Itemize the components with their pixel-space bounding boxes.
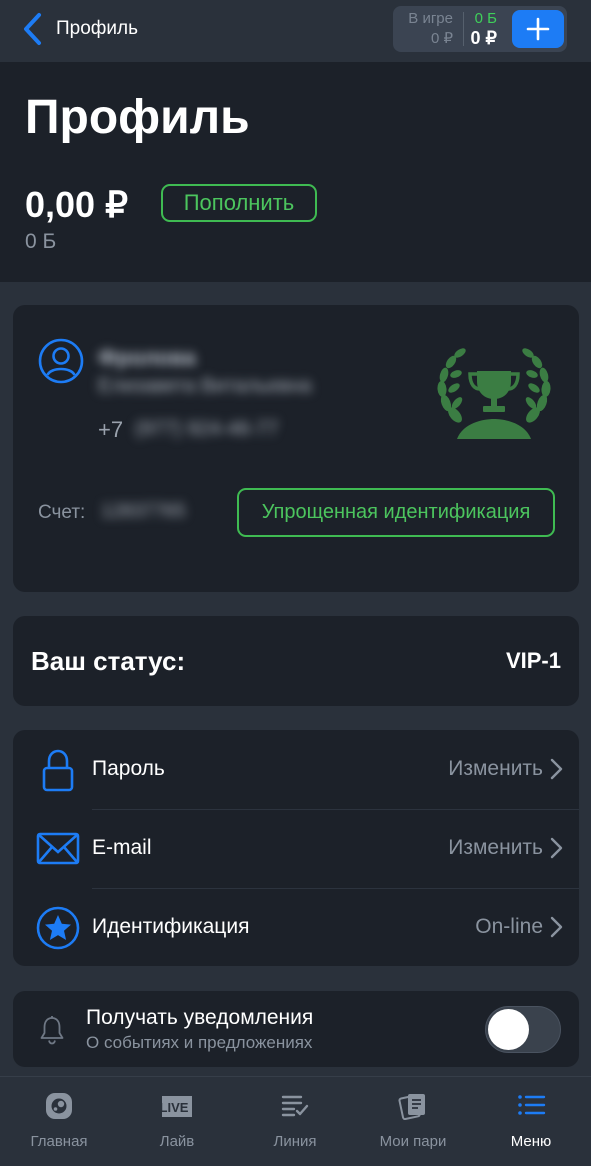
tab-my-bets-label: Мои пари (379, 1133, 447, 1150)
top-bar: Профиль В игре 0 ₽ 0 Б 0 ₽ (0, 0, 591, 62)
tab-home[interactable]: Главная (0, 1077, 118, 1166)
status-label: Ваш статус: (31, 646, 186, 676)
user-avatar-icon (38, 338, 84, 384)
page-title: Профиль (25, 91, 250, 144)
email-row[interactable]: E-mail Изменить (13, 809, 579, 888)
user-surname: Фролова (98, 345, 196, 370)
tab-my-bets[interactable]: Мои пари (354, 1077, 472, 1166)
notifications-title: Получать уведомления (86, 1006, 314, 1029)
coupons-icon (398, 1094, 425, 1121)
identification-label: Идентификация (92, 915, 250, 938)
line-list-icon (281, 1095, 309, 1117)
svg-text:LIVE: LIVE (162, 1100, 189, 1115)
toggle-knob (488, 1009, 529, 1050)
divider (463, 12, 464, 46)
chevron-right-icon (550, 758, 563, 780)
user-fullname: Елизавета Витальевна (98, 375, 312, 397)
home-ball-icon (46, 1093, 72, 1119)
topup-button[interactable]: Пополнить (161, 184, 317, 222)
status-value: VIP-1 (505, 648, 561, 673)
tab-home-label: Главная (30, 1133, 88, 1150)
email-label: E-mail (92, 836, 152, 859)
phone-number: (977) 924-46-77 (135, 418, 279, 440)
identification-row[interactable]: Идентификация On-line (13, 888, 579, 967)
profile-header: Профиль 0,00 ₽ Пополнить 0 Б (0, 62, 591, 282)
password-row[interactable]: Пароль Изменить (13, 730, 579, 809)
identification-value: On-line (475, 915, 543, 938)
notifications-card: Получать уведомления О событиях и предло… (13, 991, 579, 1067)
bell-icon (40, 1016, 64, 1045)
status-card[interactable]: Ваш статус: VIP-1 (13, 616, 579, 706)
lock-icon (42, 749, 74, 792)
email-value: Изменить (448, 836, 543, 859)
menu-list-icon (518, 1095, 546, 1115)
tab-live-label: Лайв (159, 1133, 195, 1150)
in-game-value: 0 ₽ (430, 30, 453, 47)
plus-icon (526, 17, 550, 41)
trophy-laurel-icon (437, 348, 551, 439)
user-card: Фролова Елизавета Витальевна +7 (977) 92… (13, 305, 579, 592)
notifications-subtitle: О событиях и предложениях (86, 1033, 313, 1052)
back-label: Профиль (56, 18, 139, 39)
chevron-right-icon (550, 916, 563, 938)
notifications-toggle[interactable] (485, 1006, 561, 1053)
chevron-left-icon (24, 13, 41, 45)
account-label: Счет: (38, 502, 86, 523)
balance-amount: 0,00 ₽ (25, 184, 128, 225)
star-badge-icon (36, 906, 80, 950)
balance-widget[interactable]: В игре 0 ₽ 0 Б 0 ₽ (393, 6, 567, 52)
add-funds-button[interactable] (512, 10, 564, 48)
settings-card: Пароль Изменить E-mail Изменить Идентифи… (13, 730, 579, 966)
simplified-identification-button[interactable]: Упрощенная идентификация (237, 488, 555, 537)
balance-value: 0 ₽ (470, 28, 497, 48)
back-button[interactable]: Профиль (22, 12, 138, 46)
tab-line-label: Линия (273, 1133, 317, 1150)
account-number: 12837765 (101, 501, 186, 522)
tab-menu-label: Меню (510, 1133, 552, 1150)
tab-line[interactable]: Линия (236, 1077, 354, 1166)
bottom-tab-bar: Главная LIVE Лайв Линия Мои пари Меню (0, 1076, 591, 1166)
live-icon: LIVE (162, 1096, 192, 1117)
in-game-label: В игре (408, 10, 453, 27)
password-value: Изменить (448, 757, 543, 780)
phone-prefix: +7 (98, 417, 124, 442)
main-balance: 0 Б 0 ₽ (465, 6, 505, 52)
chevron-right-icon (550, 837, 563, 859)
password-label: Пароль (92, 757, 165, 780)
in-game-balance: В игре 0 ₽ (393, 6, 463, 52)
envelope-icon (36, 832, 80, 865)
points-amount: 0 Б (25, 230, 57, 253)
points-value: 0 Б (474, 10, 497, 27)
tab-menu[interactable]: Меню (472, 1077, 590, 1166)
tab-live[interactable]: LIVE Лайв (118, 1077, 236, 1166)
